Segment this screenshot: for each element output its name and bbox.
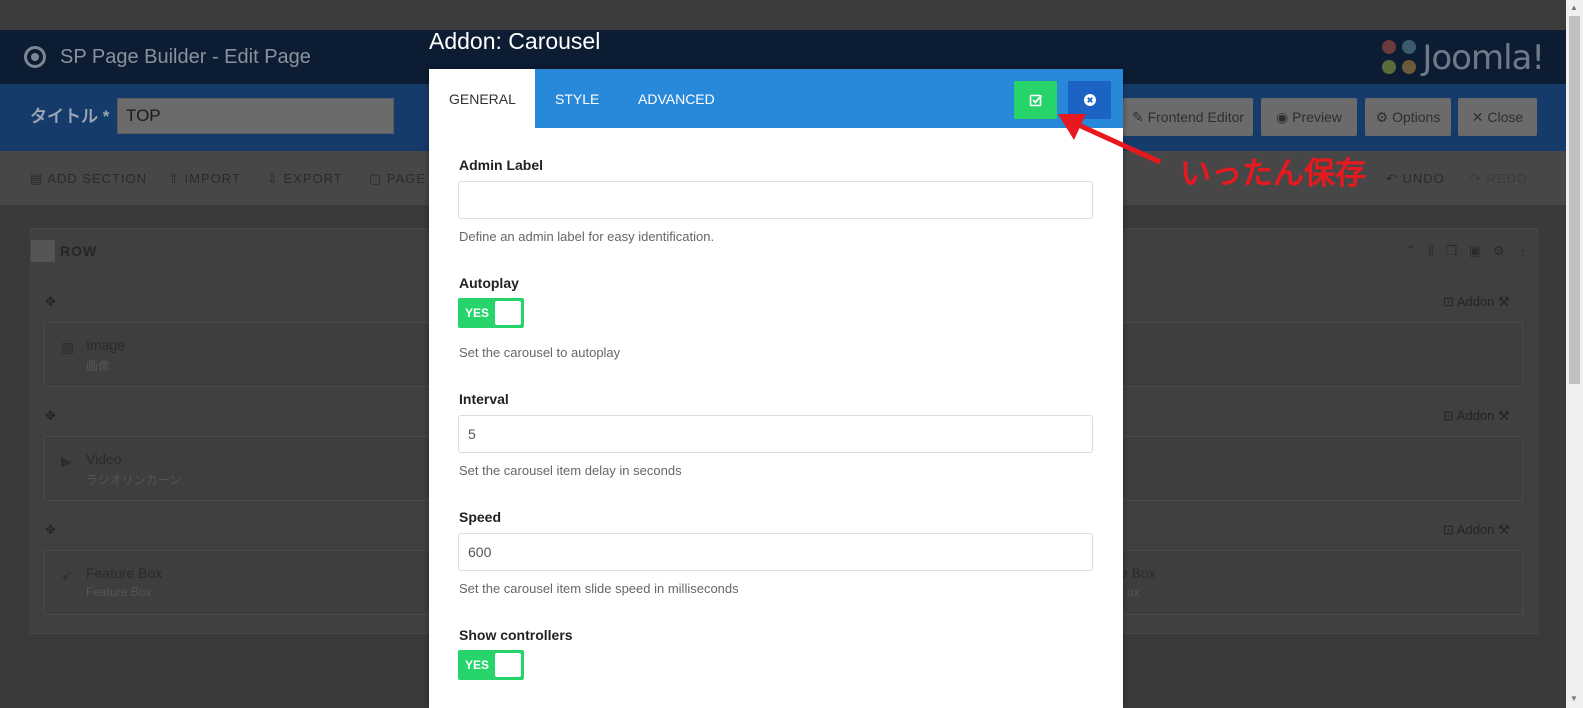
addon-name: Feature Box	[86, 565, 163, 581]
toggle-knob	[495, 301, 521, 325]
autoplay-toggle[interactable]: YES	[458, 298, 524, 328]
add-addon-link-2[interactable]: ⊡ Addon ⚒	[1443, 408, 1510, 424]
browser-top-strip	[0, 0, 1566, 30]
app-title: SP Page Builder - Edit Page	[60, 45, 311, 68]
close-page-button[interactable]: ✕ Close	[1458, 98, 1537, 136]
row-tools[interactable]: ⌃ ⫼ ❐ ▣ ⚙ ⋮	[1405, 243, 1533, 259]
export-button[interactable]: ⇩ EXPORT	[267, 171, 343, 187]
addon-subtitle: Feature Box	[86, 585, 152, 599]
column-move-icon[interactable]: ✥	[45, 408, 56, 424]
admin-label-label: Admin Label	[459, 157, 544, 173]
autoplay-help: Set the carousel to autoplay	[459, 345, 621, 360]
tab-advanced[interactable]: ADVANCED	[618, 69, 735, 128]
show-controllers-label: Show controllers	[459, 627, 573, 643]
show-controllers-toggle-state: YES	[465, 658, 490, 672]
undo-button[interactable]: ↶ UNDO	[1386, 171, 1445, 187]
column-move-icon[interactable]: ✥	[45, 522, 56, 538]
image-icon: ▨	[61, 339, 75, 355]
show-controllers-toggle[interactable]: YES	[458, 650, 524, 680]
add-section-icon: ▤	[30, 171, 48, 186]
undo-icon: ↶	[1386, 171, 1403, 186]
joomla-wordmark: Joomla!	[1422, 38, 1545, 78]
import-button[interactable]: ⇧ IMPORT	[168, 171, 241, 187]
video-icon: ▶	[61, 453, 72, 469]
addon-subtitle-right: ox	[1127, 585, 1140, 599]
template-icon: ▢	[369, 171, 387, 186]
scroll-down-icon[interactable]: ▼	[1570, 694, 1578, 703]
speed-input[interactable]	[458, 533, 1093, 571]
admin-label-help: Define an admin label for easy identific…	[459, 229, 715, 244]
addon-link-label: Addon	[1456, 408, 1495, 423]
admin-label-input[interactable]	[458, 181, 1093, 219]
close-label: Close	[1487, 109, 1524, 125]
annotation-arrow-icon	[1058, 114, 1162, 165]
preview-button[interactable]: ◉ Preview	[1261, 98, 1357, 136]
scroll-up-icon[interactable]: ▲	[1570, 3, 1578, 12]
tab-general[interactable]: GENERAL	[429, 69, 535, 128]
add-addon-link-3[interactable]: ⊡ Addon ⚒	[1443, 522, 1510, 538]
save-check-icon	[1029, 94, 1042, 107]
toggle-knob	[495, 653, 521, 677]
redo-label: REDO	[1486, 171, 1529, 186]
modal-title: Addon: Carousel	[429, 28, 601, 54]
row-move-icon[interactable]	[31, 240, 55, 262]
options-button[interactable]: ⚙ Options	[1365, 98, 1451, 136]
interval-input[interactable]	[458, 415, 1093, 453]
addon-subtitle: ラジオリンカーン	[86, 473, 182, 487]
import-icon: ⇧	[168, 171, 185, 186]
speed-help: Set the carousel item slide speed in mil…	[459, 581, 739, 596]
eye-icon: ◉	[1276, 108, 1293, 125]
app-logo-icon	[24, 46, 46, 68]
rocket-icon: ➶	[61, 567, 73, 583]
row-label: ROW	[60, 243, 98, 259]
modal-tab-bar: GENERAL STYLE ADVANCED	[429, 69, 1123, 128]
add-addon-link-1[interactable]: ⊡ Addon ⚒	[1443, 294, 1510, 310]
options-label: Options	[1392, 109, 1441, 125]
autoplay-label: Autoplay	[459, 275, 519, 291]
title-input[interactable]: TOP	[117, 98, 394, 134]
add-section-button[interactable]: ▤ ADD SECTION	[30, 171, 147, 187]
close-icon: ✕	[1471, 108, 1488, 125]
annotation-text: いったん保存	[1180, 156, 1366, 192]
undo-label: UNDO	[1402, 171, 1445, 186]
gear-icon: ⚙	[1375, 108, 1393, 125]
addon-link-label: Addon	[1456, 522, 1495, 537]
addon-name: Image	[86, 337, 125, 353]
add-section-label: ADD SECTION	[47, 171, 148, 186]
joomla-logo: Joomla!	[1382, 38, 1545, 78]
scrollbar-thumb[interactable]	[1569, 16, 1580, 384]
redo-button[interactable]: ↷ REDO	[1470, 171, 1528, 187]
interval-help: Set the carousel item delay in seconds	[459, 463, 682, 478]
redo-icon: ↷	[1470, 171, 1487, 186]
autoplay-toggle-state: YES	[465, 306, 490, 320]
column-move-icon[interactable]: ✥	[45, 294, 56, 310]
addon-name-right: e Box	[1120, 565, 1156, 581]
addon-name: Video	[86, 451, 122, 467]
preview-label: Preview	[1292, 109, 1342, 125]
addon-subtitle: 画像	[86, 359, 111, 373]
import-label: IMPORT	[184, 171, 241, 186]
export-icon: ⇩	[267, 171, 284, 186]
page-scrollbar[interactable]: ▲ ▼	[1566, 0, 1583, 708]
joomla-mark-icon	[1382, 40, 1418, 76]
addon-settings-modal: GENERAL STYLE ADVANCED Admin Label Defin…	[429, 69, 1123, 708]
tab-style[interactable]: STYLE	[535, 69, 619, 128]
export-label: EXPORT	[283, 171, 343, 186]
title-label: タイトル *	[30, 107, 110, 126]
speed-label: Speed	[459, 509, 502, 525]
addon-link-label: Addon	[1456, 294, 1495, 309]
interval-label: Interval	[459, 391, 509, 407]
